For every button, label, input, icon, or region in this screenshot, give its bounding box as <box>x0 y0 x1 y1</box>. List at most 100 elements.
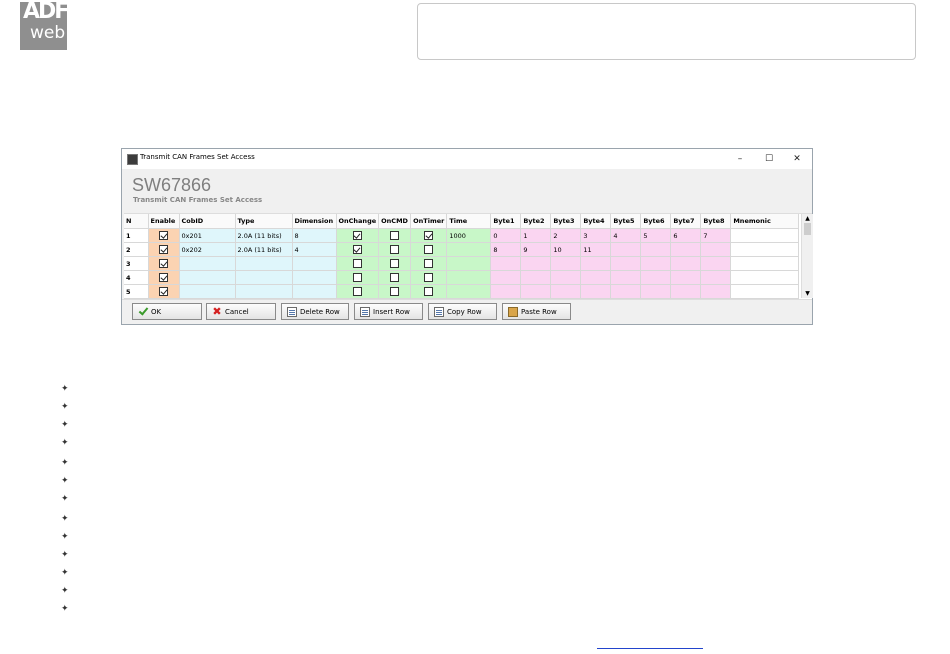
byte1-cell[interactable] <box>490 284 522 299</box>
byte6-cell[interactable]: 5 <box>640 228 672 243</box>
ok-button[interactable]: OK <box>132 303 202 320</box>
mnemonic-cell[interactable] <box>730 256 800 271</box>
dimension-cell[interactable]: 8 <box>292 228 337 243</box>
mnemonic-cell[interactable] <box>730 228 800 243</box>
byte8-cell[interactable] <box>700 242 732 257</box>
copy-row-button[interactable]: Copy Row <box>428 303 497 320</box>
scroll-thumb[interactable] <box>804 223 811 235</box>
dimension-cell[interactable] <box>292 284 337 299</box>
delete-row-button[interactable]: Delete Row <box>281 303 349 320</box>
byte6-cell[interactable] <box>640 284 672 299</box>
type-cell[interactable] <box>235 270 293 285</box>
paste-row-button[interactable]: Paste Row <box>502 303 571 320</box>
enable-checkbox[interactable] <box>159 245 168 254</box>
onchange-checkbox[interactable] <box>352 273 362 282</box>
dimension-cell[interactable] <box>292 270 337 285</box>
ontimer-checkbox[interactable] <box>424 245 434 254</box>
cobid-cell[interactable] <box>179 284 236 299</box>
oncmd-checkbox[interactable] <box>390 273 400 282</box>
byte4-cell[interactable]: 3 <box>580 228 612 243</box>
maximize-button[interactable]: ☐ <box>756 151 782 167</box>
ontimer-checkbox[interactable] <box>424 287 434 296</box>
byte5-cell[interactable] <box>610 242 642 257</box>
cancel-button[interactable]: ✖ Cancel <box>206 303 276 320</box>
byte4-cell[interactable]: 11 <box>580 242 612 257</box>
mnemonic-cell[interactable] <box>730 270 800 285</box>
minimize-button[interactable]: – <box>727 151 753 167</box>
byte7-cell[interactable] <box>670 242 702 257</box>
time-cell[interactable] <box>446 242 492 257</box>
onchange-checkbox[interactable] <box>352 231 362 240</box>
byte1-cell[interactable]: 8 <box>490 242 522 257</box>
scroll-up-icon[interactable]: ▲ <box>802 215 813 222</box>
byte3-cell[interactable] <box>550 270 582 285</box>
enable-checkbox[interactable] <box>159 273 168 282</box>
byte2-cell[interactable] <box>520 284 552 299</box>
enable-checkbox[interactable] <box>159 231 168 240</box>
link-underline[interactable] <box>597 648 703 649</box>
byte1-cell[interactable]: 0 <box>490 228 522 243</box>
type-cell[interactable] <box>235 256 293 271</box>
oncmd-checkbox[interactable] <box>390 231 400 240</box>
byte4-cell[interactable] <box>580 256 612 271</box>
onchange-checkbox[interactable] <box>352 259 362 268</box>
ontimer-checkbox[interactable] <box>424 273 434 282</box>
type-cell[interactable]: 2.0A (11 bits) <box>235 228 293 243</box>
oncmd-checkbox[interactable] <box>390 287 400 296</box>
close-button[interactable]: ✕ <box>784 151 810 167</box>
byte2-cell[interactable] <box>520 270 552 285</box>
time-cell[interactable] <box>446 270 492 285</box>
onchange-checkbox[interactable] <box>352 245 362 254</box>
ontimer-checkbox[interactable] <box>424 231 434 240</box>
cobid-cell[interactable]: 0x201 <box>179 228 236 243</box>
byte7-cell[interactable] <box>670 256 702 271</box>
byte4-cell[interactable] <box>580 284 612 299</box>
byte2-cell[interactable] <box>520 256 552 271</box>
byte8-cell[interactable] <box>700 256 732 271</box>
byte1-cell[interactable] <box>490 270 522 285</box>
cobid-cell[interactable]: 0x202 <box>179 242 236 257</box>
mnemonic-cell[interactable] <box>730 284 800 299</box>
onchange-checkbox[interactable] <box>352 287 362 296</box>
byte2-cell[interactable]: 1 <box>520 228 552 243</box>
time-cell[interactable] <box>446 284 492 299</box>
enable-checkbox[interactable] <box>159 287 168 296</box>
byte8-cell[interactable]: 7 <box>700 228 732 243</box>
insert-row-button[interactable]: Insert Row <box>354 303 423 320</box>
dimension-cell[interactable] <box>292 256 337 271</box>
byte3-cell[interactable] <box>550 284 582 299</box>
byte5-cell[interactable] <box>610 270 642 285</box>
byte3-cell[interactable]: 2 <box>550 228 582 243</box>
byte6-cell[interactable] <box>640 270 672 285</box>
byte5-cell[interactable] <box>610 284 642 299</box>
byte4-cell[interactable] <box>580 270 612 285</box>
time-cell[interactable] <box>446 256 492 271</box>
app-icon <box>127 154 138 165</box>
byte5-cell[interactable]: 4 <box>610 228 642 243</box>
byte1-cell[interactable] <box>490 256 522 271</box>
time-cell[interactable]: 1000 <box>446 228 492 243</box>
byte7-cell[interactable] <box>670 284 702 299</box>
byte6-cell[interactable] <box>640 256 672 271</box>
byte7-cell[interactable]: 6 <box>670 228 702 243</box>
byte3-cell[interactable] <box>550 256 582 271</box>
cobid-cell[interactable] <box>179 256 236 271</box>
enable-checkbox[interactable] <box>159 259 168 268</box>
cobid-cell[interactable] <box>179 270 236 285</box>
byte8-cell[interactable] <box>700 270 732 285</box>
type-cell[interactable] <box>235 284 293 299</box>
dimension-cell[interactable]: 4 <box>292 242 337 257</box>
oncmd-checkbox[interactable] <box>390 259 400 268</box>
scroll-down-icon[interactable]: ▼ <box>802 290 813 297</box>
byte8-cell[interactable] <box>700 284 732 299</box>
vertical-scrollbar[interactable]: ▲ ▼ <box>801 214 813 298</box>
type-cell[interactable]: 2.0A (11 bits) <box>235 242 293 257</box>
byte3-cell[interactable]: 10 <box>550 242 582 257</box>
ontimer-checkbox[interactable] <box>424 259 434 268</box>
byte6-cell[interactable] <box>640 242 672 257</box>
byte5-cell[interactable] <box>610 256 642 271</box>
oncmd-checkbox[interactable] <box>390 245 400 254</box>
mnemonic-cell[interactable] <box>730 242 800 257</box>
byte2-cell[interactable]: 9 <box>520 242 552 257</box>
byte7-cell[interactable] <box>670 270 702 285</box>
